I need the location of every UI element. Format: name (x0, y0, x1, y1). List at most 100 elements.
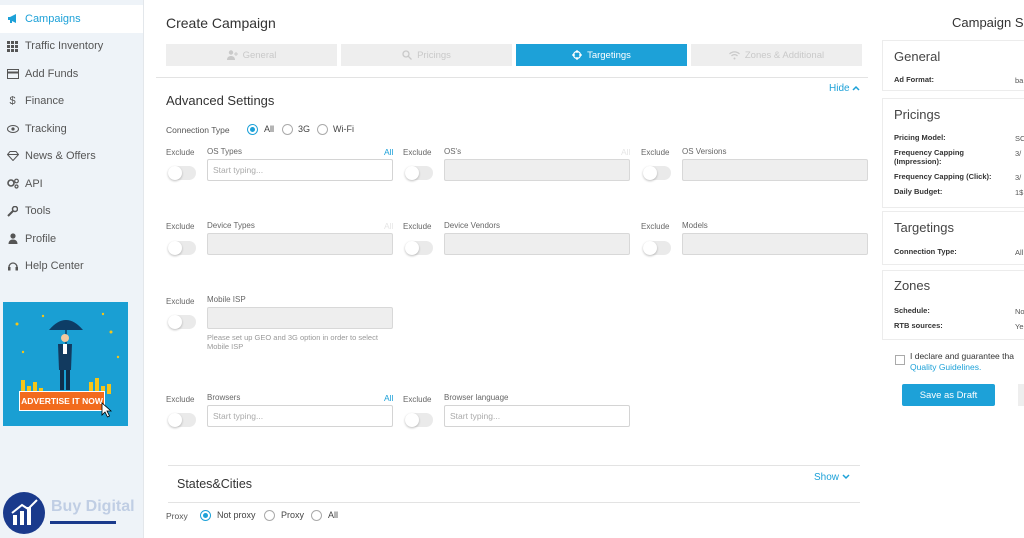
wifi-icon (728, 50, 740, 59)
mobile-isp-input[interactable] (207, 307, 393, 329)
mobile-isp-note: Please set up GEO and 3G option in order… (207, 333, 378, 351)
hide-link[interactable]: Hide (829, 83, 860, 94)
save-draft-label: Save as Draft (919, 389, 978, 401)
schedule-key: Schedule: (894, 306, 930, 315)
connection-wifi-radio[interactable] (317, 124, 328, 135)
sidebar-item-label: Finance (25, 95, 65, 108)
sidebar-item-tracking[interactable]: Tracking (0, 115, 143, 143)
summary-pricings-card: Pricings Pricing Model: SC Frequency Cap… (882, 98, 1024, 208)
not-proxy-radio[interactable] (200, 510, 211, 521)
device-types-label: Device Types (207, 221, 255, 230)
show-link[interactable]: Show (814, 472, 850, 483)
sidebar-item-campaigns[interactable]: Campaigns (0, 5, 143, 33)
exclude-os-types-toggle[interactable] (168, 166, 196, 180)
exclude-device-vendors-toggle[interactable] (405, 241, 433, 255)
cursor-icon (101, 402, 113, 418)
connection-wifi-label: Wi-Fi (333, 124, 354, 134)
hide-link-label: Hide (829, 83, 850, 94)
pricing-model-value: SC (1015, 134, 1024, 143)
exclude-device-types-toggle[interactable] (168, 241, 196, 255)
sidebar-item-tools[interactable]: Tools (0, 198, 143, 226)
step-zones-additional[interactable]: Zones & Additional (691, 44, 862, 66)
summary-pricings-title: Pricings (894, 107, 941, 122)
chevron-down-icon (842, 474, 850, 480)
sidebar-item-label: Campaigns (25, 12, 81, 25)
save-draft-button[interactable]: Save as Draft (902, 384, 995, 406)
logo-icon (3, 492, 45, 534)
models-input[interactable] (682, 233, 868, 255)
sidebar-item-add-funds[interactable]: Add Funds (0, 60, 143, 88)
next-button[interactable] (1018, 384, 1024, 406)
exclude-label: Exclude (641, 148, 670, 157)
device-types-input[interactable] (207, 233, 393, 255)
device-vendors-label: Device Vendors (444, 221, 501, 230)
sidebar-item-label: Traffic Inventory (25, 40, 104, 53)
sidebar-item-api[interactable]: API (0, 170, 143, 198)
sidebar-item-label: News & Offers (25, 150, 96, 163)
declare-text: I declare and guarantee tha (910, 351, 1014, 361)
connection-all-radio[interactable] (247, 124, 258, 135)
sidebar-item-finance[interactable]: $ Finance (0, 88, 143, 116)
brand-logo: Buy Digital (0, 488, 144, 538)
step-label: Targetings (587, 49, 631, 61)
sidebar-item-label: Help Center (25, 260, 84, 273)
proxy-radio[interactable] (264, 510, 275, 521)
step-general[interactable]: General (166, 44, 337, 66)
os-versions-input[interactable] (682, 159, 868, 181)
user-icon (6, 232, 19, 245)
sidebar-item-help-center[interactable]: Help Center (0, 253, 143, 281)
daily-budget-value: 1$ (1015, 188, 1024, 197)
sidebar-item-traffic-inventory[interactable]: Traffic Inventory (0, 33, 143, 61)
os-types-all-link[interactable]: All (384, 147, 393, 157)
exclude-browsers-toggle[interactable] (168, 413, 196, 427)
connection-type-key: Connection Type: (894, 247, 957, 256)
os-types-input[interactable]: Start typing... (207, 159, 393, 181)
models-label: Models (682, 221, 708, 230)
device-vendors-input[interactable] (444, 233, 630, 255)
advertise-banner[interactable]: ADVERTISE IT NOW (3, 302, 128, 426)
rtb-sources-value: Ye (1015, 322, 1024, 331)
step-pricings[interactable]: Pricings (341, 44, 512, 66)
exclude-mobile-isp-toggle[interactable] (168, 315, 196, 329)
oss-all-link: All (621, 147, 631, 157)
proxy-all-radio[interactable] (311, 510, 322, 521)
exclude-os-versions-toggle[interactable] (643, 166, 671, 180)
diamond-icon (6, 150, 19, 163)
oss-input[interactable] (444, 159, 630, 181)
oss-label: OS's (444, 147, 462, 156)
browsers-label: Browsers (207, 393, 241, 402)
proxy-all-label: All (328, 510, 339, 520)
advertise-button-label: ADVERTISE IT NOW (21, 396, 103, 406)
advertise-button[interactable]: ADVERTISE IT NOW (19, 391, 105, 411)
step-label: General (242, 49, 277, 61)
summary-general-title: General (894, 49, 941, 64)
exclude-models-toggle[interactable] (643, 241, 671, 255)
sidebar-item-label: API (25, 177, 43, 190)
sidebar-item-news-offers[interactable]: News & Offers (0, 143, 143, 171)
browser-language-label: Browser language (444, 393, 509, 402)
quality-guidelines-link[interactable]: Quality Guidelines. (910, 362, 981, 372)
exclude-label: Exclude (166, 148, 195, 157)
exclude-label: Exclude (403, 222, 432, 231)
wrench-icon (6, 205, 19, 218)
step-targetings[interactable]: Targetings (516, 44, 687, 66)
grid-icon (6, 40, 19, 53)
user-plus-icon (226, 50, 238, 60)
summary-targetings-card: Targetings Connection Type: All (882, 211, 1024, 265)
megaphone-icon (6, 12, 19, 25)
connection-3g-radio[interactable] (282, 124, 293, 135)
connection-all-label: All (264, 124, 275, 134)
summary-general-card: General Ad Format: ba (882, 40, 1024, 91)
page-title: Create Campaign (166, 15, 276, 31)
sidebar-item-profile[interactable]: Profile (0, 225, 143, 253)
browsers-all-link[interactable]: All (384, 393, 393, 403)
declare-checkbox[interactable] (895, 355, 905, 365)
states-cities-title: States&Cities (177, 477, 253, 491)
exclude-oss-toggle[interactable] (405, 166, 433, 180)
step-label: Zones & Additional (744, 49, 825, 61)
browser-language-input[interactable]: Start typing... (444, 405, 630, 427)
card-icon (6, 67, 19, 80)
proxy-label: Proxy (166, 511, 188, 521)
browsers-input[interactable]: Start typing... (207, 405, 393, 427)
exclude-browser-language-toggle[interactable] (405, 413, 433, 427)
